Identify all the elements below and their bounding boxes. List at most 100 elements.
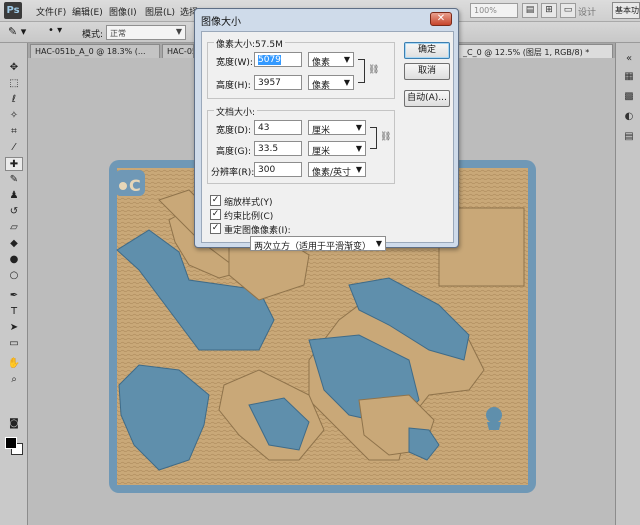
chain-link-icon: ⛓ [380,132,392,142]
pen-tool-icon[interactable]: ✒ [5,289,23,303]
foreground-color-swatch[interactable] [5,437,17,449]
pixel-width-unit-select[interactable]: 像素 ▼ [308,52,354,68]
toolbox: ✥ ⬚ ℓ ✧ ⌗ ⁄ ✚ ✎ ♟ ↺ ▱ ◆ ● ○ ✒ T ➤ ▭ ✋ ⌕ … [0,43,28,525]
close-icon[interactable]: ✕ [430,12,452,26]
chevron-down-icon: ▼ [375,239,382,248]
path-selection-tool-icon[interactable]: ➤ [5,321,23,335]
brush-preset-icon[interactable]: ✎ ▾ [8,25,32,40]
pixel-height-unit: 像素 [312,81,331,91]
quick-mask-icon[interactable]: ◙ [5,417,23,431]
scale-styles-checkbox[interactable]: ✓ [210,195,221,206]
lasso-tool-icon[interactable]: ℓ [5,93,23,107]
auto-button[interactable]: 自动(A)... [404,90,450,107]
dialog-body: 像素大小:57.5M 宽度(W): 5079 像素 ▼ 高度(H): 3957 像… [201,31,454,252]
mode-select[interactable]: 正常 ▼ [106,25,186,40]
menu-file[interactable]: 文件(F) [36,5,66,18]
workspace-essentials-button[interactable]: 基本功 [612,2,640,19]
adjustments-panel-icon[interactable]: ◐ [621,111,637,125]
doc-height-label: 高度(G): [216,147,252,157]
dialog-title: 图像大小 [201,17,241,28]
tab-document-active[interactable]: _C_0 @ 12.5% (图层 1, RGB/8) * [458,44,613,58]
menu-layer[interactable]: 图层(L) [145,5,175,18]
crop-tool-icon[interactable]: ⌗ [5,125,23,139]
dodge-tool-icon[interactable]: ○ [5,269,23,283]
paint-bucket-tool-icon[interactable]: ◆ [5,237,23,251]
history-brush-tool-icon[interactable]: ↺ [5,205,23,219]
chevron-down-icon: ▼ [343,55,350,64]
document-logo: C [115,170,145,196]
resolution-unit-select[interactable]: 像素/英寸 ▼ [308,162,366,178]
height-label: 高度(H): [216,81,251,91]
pixel-height-input[interactable]: 3957 [254,75,302,90]
menu-edit[interactable]: 编辑(E) [72,5,103,18]
resolution-input[interactable]: 300 [254,162,302,177]
zoom-tool-icon[interactable]: ⌕ [5,373,23,387]
swatches-panel-icon[interactable]: ▩ [621,91,637,105]
color-panel-icon[interactable]: ▦ [621,71,637,85]
doc-width-unit-select[interactable]: 厘米 ▼ [308,120,366,136]
svg-text:C: C [129,176,141,195]
constrain-proportions-checkbox[interactable]: ✓ [210,209,221,220]
mode-label: 模式: [82,30,104,40]
resolution-unit: 像素/英寸 [312,168,352,178]
doc-width-input[interactable]: 43 [254,120,302,135]
clone-stamp-tool-icon[interactable]: ♟ [5,189,23,203]
cancel-button[interactable]: 取消 [404,63,450,80]
pixel-height-unit-select[interactable]: 像素 ▼ [308,75,354,91]
doc-width-unit: 厘米 [312,126,331,136]
collapse-panels-icon[interactable]: « [621,53,637,67]
doc-width-label: 宽度(D): [216,126,251,136]
width-label: 宽度(W): [216,58,253,68]
link-bracket [370,127,377,149]
document-size-title: 文档大小: [214,105,258,118]
healing-brush-tool-icon[interactable]: ✚ [5,157,23,171]
tab-document-1[interactable]: HAC-051b_A_0 @ 18.3% (... [30,44,160,58]
eyedropper-tool-icon[interactable]: ⁄ [5,141,23,155]
tab-document-2[interactable]: HAC-05 [162,44,194,58]
blur-tool-icon[interactable]: ● [5,253,23,267]
brush-size-icon[interactable]: • ▾ [48,25,74,40]
doc-height-input[interactable]: 33.5 [254,141,302,156]
view-extras-icon[interactable]: ▤ [522,3,538,18]
scale-styles-label: 缩放样式(Y) [224,198,273,208]
brush-tool-icon[interactable]: ✎ [5,173,23,187]
arrange-documents-icon[interactable]: ⊞ [541,3,557,18]
marquee-tool-icon[interactable]: ⬚ [5,77,23,91]
ok-button[interactable]: 确定 [404,42,450,59]
pixel-dimensions-group: 像素大小:57.5M 宽度(W): 5079 像素 ▼ 高度(H): 3957 像… [207,37,395,99]
layers-panel-icon[interactable]: ▤ [621,131,637,145]
hand-tool-icon[interactable]: ✋ [5,357,23,371]
chevron-down-icon: ▼ [355,144,362,153]
brand-mark-icon [486,407,502,430]
photoshop-logo: Ps [4,2,22,19]
image-size-dialog: 图像大小 ✕ 像素大小:57.5M 宽度(W): 5079 像素 ▼ 高度(H):… [194,8,459,252]
workspace-design-label[interactable]: 设计 [578,5,596,18]
resample-method-select[interactable]: 两次立方（适用于平滑渐变） ▼ [250,236,386,252]
pixel-width-unit: 像素 [312,58,331,68]
screen-mode-icon[interactable]: ▭ [560,3,576,18]
pixel-width-input[interactable]: 5079 [254,52,302,67]
document-size-group: 文档大小: 宽度(D): 43 厘米 ▼ 高度(G): 33.5 厘米 ▼ 分辨率(… [207,105,395,184]
pixel-dimensions-title: 像素大小:57.5M [214,37,285,50]
eraser-tool-icon[interactable]: ▱ [5,221,23,235]
doc-height-unit-select[interactable]: 厘米 ▼ [308,141,366,157]
mode-value: 正常 [110,29,126,38]
constrain-proportions-label: 约束比例(C) [224,212,274,222]
resolution-label: 分辨率(R): [211,168,255,178]
magic-wand-tool-icon[interactable]: ✧ [5,109,23,123]
chain-link-icon: ⛓ [368,65,380,75]
menu-image[interactable]: 图像(I) [109,5,137,18]
shape-tool-icon[interactable]: ▭ [5,337,23,351]
doc-height-unit: 厘米 [312,147,331,157]
move-tool-icon[interactable]: ✥ [5,61,23,75]
type-tool-icon[interactable]: T [5,305,23,319]
chevron-down-icon: ▼ [355,123,362,132]
chevron-down-icon: ▼ [343,78,350,87]
panel-dock: « ▦ ▩ ◐ ▤ [615,43,640,525]
resample-method-value: 两次立方（适用于平滑渐变） [254,242,372,252]
chevron-down-icon: ▼ [355,165,362,174]
resample-image-checkbox[interactable]: ✓ [210,223,221,234]
zoom-level-field[interactable]: 100% [470,3,518,18]
resample-image-label: 重定图像像素(I): [224,226,291,236]
chevron-down-icon: ▼ [175,27,182,36]
